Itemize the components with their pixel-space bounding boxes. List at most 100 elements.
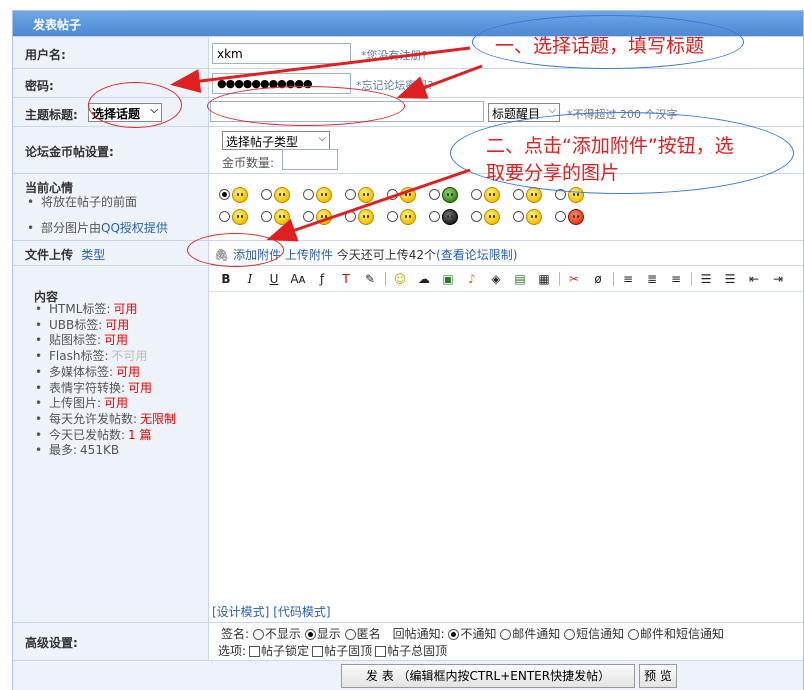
radio-button[interactable] [448,629,460,640]
post-type-value: 选择帖子类型 [226,135,299,149]
mood-radio[interactable] [471,211,482,222]
align-right-icon[interactable]: ≡ [666,269,686,289]
code-mode-link[interactable]: [代码模式] [273,605,330,619]
unordered-list-icon[interactable]: ☰ [720,269,740,289]
annotation-step1: 一、选择话题，填写标题 [495,35,705,57]
design-mode-link[interactable]: [设计模式] [212,605,269,619]
options-line: 选项: 帖子锁定 帖子固顶 帖子总固顶 [218,642,447,659]
mood-radio[interactable] [303,189,314,200]
notify-option-label: 不通知 [460,627,497,641]
mood-radio[interactable] [471,189,482,200]
rule-value: 可用 [104,333,129,348]
image-icon[interactable]: ▣ [438,269,458,289]
confused-icon [274,209,290,225]
content-rule-item: 表情字符转换:可用 [35,381,176,397]
align-center-icon[interactable]: ≣ [642,269,662,289]
option-checkbox[interactable] [375,646,387,657]
font-size-icon[interactable]: ƒ [312,269,332,289]
mood-radio[interactable] [513,189,524,200]
ordered-list-icon[interactable]: ☰ [696,269,716,289]
music-icon[interactable]: ♪ [462,269,482,289]
rule-value: 无限制 [140,411,177,426]
username-input[interactable] [212,43,351,64]
gold-amount-input[interactable] [282,149,338,170]
highlight-icon[interactable]: ✎ [360,269,380,289]
subject-label-text: 主题标题: [25,108,78,122]
sale-icon[interactable]: ▦ [534,269,554,289]
content-rule-item: 最多:451KB [35,443,176,459]
preview-button[interactable]: 预 览 [639,664,677,688]
radio-button[interactable] [252,629,264,640]
tongue-icon [400,187,416,203]
radio-button[interactable] [344,629,356,640]
username-label: 用户名: [13,37,209,68]
editor-content-area[interactable] [210,291,803,597]
mood-radio[interactable] [219,189,230,200]
upload-row: 文件上传 类型 🖇 添加附件 上传附件 今天还可上传42个(查看论坛限制) [13,240,803,265]
font-face-icon[interactable]: Aᴀ [288,269,308,289]
radio-button[interactable] [564,629,576,640]
submit-button[interactable]: 发 表 （编辑框内按CTRL+ENTER快捷发帖） [341,664,635,688]
font-color-icon[interactable]: T [336,269,356,289]
mood-radio[interactable] [261,211,272,222]
indent-icon[interactable]: ⇥ [768,269,788,289]
mood-radio[interactable] [429,211,440,222]
rule-name: 今天已发帖数: [49,427,126,442]
forum-limit-link[interactable]: (查看论坛限制) [436,248,517,262]
outdent-icon[interactable]: ⇤ [744,269,764,289]
radio-button[interactable] [304,629,316,640]
content-rule-item: HTML标签:可用 [35,302,176,318]
radio-button[interactable] [500,629,512,640]
mood-radio[interactable] [219,211,230,222]
qq-license-link[interactable]: QQ授权提供 [101,221,168,235]
post-type-select[interactable]: 选择帖子类型 ⌵ [222,131,330,150]
grin-icon [358,209,374,225]
gold-amount-label: 金币数量: [222,156,275,170]
media-icon[interactable]: ◈ [486,269,506,289]
mood-radio[interactable] [429,189,440,200]
shocked-icon [442,209,458,225]
sweat-icon [274,187,290,203]
smile-icon [232,187,248,203]
rich-text-editor: B I U Aᴀ ƒ T ✎ ☺ ☁ ▣ ♪ ◈ ▤ ▦ ✂ ø ≡ ≣ ≡ ☰ ☰ ⇤ ⇥ [设计模式] [代码模式] [210,266,803,623]
emoticon-icon[interactable]: ☺ [390,269,410,289]
upload-remaining-text: 今天还可上传42个 [336,248,437,262]
italic-icon[interactable]: I [240,269,260,289]
upload-type-link[interactable]: 类型 [81,248,105,262]
upload-attachment-link[interactable]: 上传附件 [285,248,333,262]
align-left-icon[interactable]: ≡ [618,269,638,289]
heart-eyes-icon [358,187,374,203]
content-rule-item: 贴图标签:可用 [35,333,176,349]
mood-radio[interactable] [261,189,272,200]
upload-label-cell: 文件上传 类型 [13,241,209,265]
rule-name: UBB标签: [49,317,103,332]
bold-icon[interactable]: B [216,269,236,289]
option-checkbox[interactable] [249,646,261,657]
gold-label: 论坛金币帖设置: [13,127,209,173]
option-checkbox[interactable] [312,646,324,657]
content-row: 内容 HTML标签:可用UBB标签:可用贴图标签:可用Flash标签:不可用多媒… [13,265,803,623]
mood-note-1: 将放在帖子的前面 [27,194,168,211]
mood-radio[interactable] [345,189,356,200]
mood-radio[interactable] [513,211,524,222]
link-icon[interactable]: ☁ [414,269,434,289]
mood-radio[interactable] [387,211,398,222]
strikethrough-icon[interactable]: ø [588,269,608,289]
rule-value: 可用 [104,396,129,411]
cut-icon[interactable]: ✂ [564,269,584,289]
mood-radio[interactable] [345,211,356,222]
mood-radio[interactable] [555,211,566,222]
table-icon[interactable]: ▤ [510,269,530,289]
mood-notes: 将放在帖子的前面 部分图片由QQ授权提供 [27,194,168,237]
turtle-icon [442,187,458,203]
notify-option-label: 邮件通知 [512,627,561,641]
radio-button[interactable] [627,629,639,640]
rule-value: 451KB [80,443,120,458]
rule-value: 可用 [128,380,153,395]
mood-radio[interactable] [303,211,314,222]
rule-value: 不可用 [111,349,148,364]
hammer-icon [526,209,542,225]
underline-icon[interactable]: U [264,269,284,289]
register-link[interactable]: *您没有注册? [361,47,427,63]
mood-radio[interactable] [387,189,398,200]
